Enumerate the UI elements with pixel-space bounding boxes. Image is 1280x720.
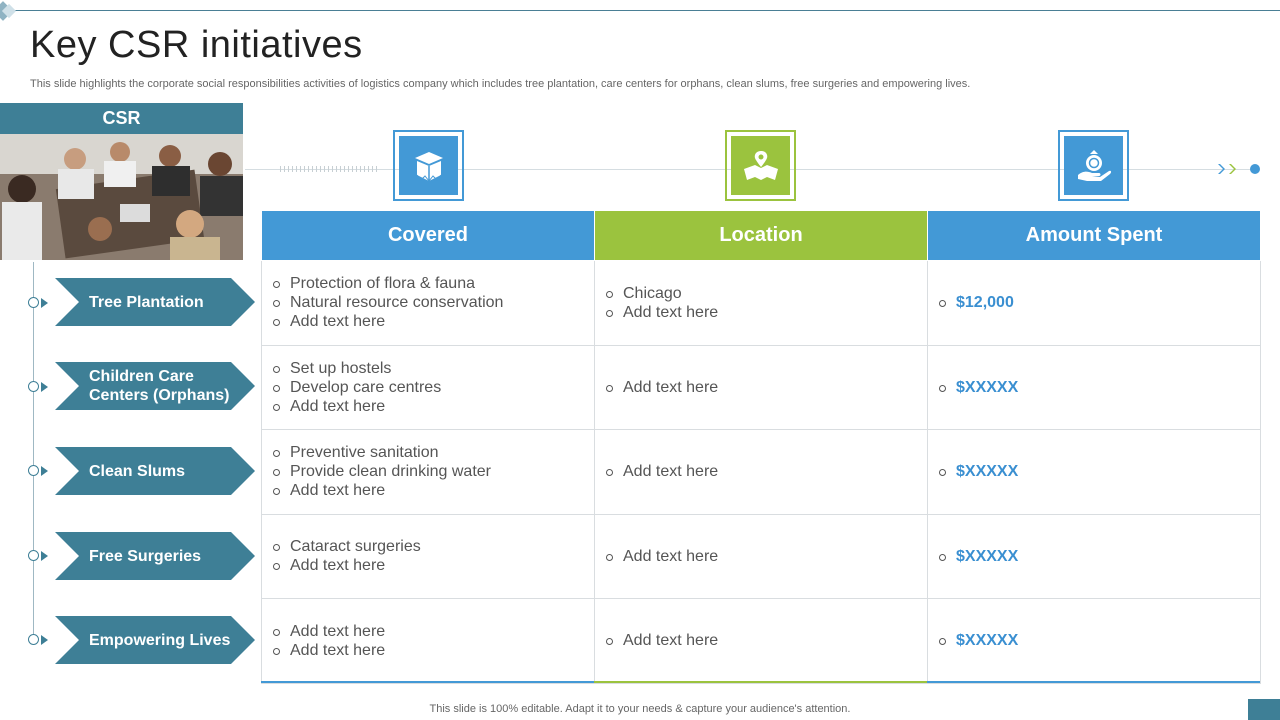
timeline-dashes xyxy=(280,166,380,172)
table-bottom-border xyxy=(261,681,1260,683)
footer-note: This slide is 100% editable. Adapt it to… xyxy=(429,703,851,715)
covered-icon-box xyxy=(393,130,464,201)
corner-square-decoration xyxy=(1248,699,1280,720)
team-meeting-photo xyxy=(0,134,243,260)
column-header-location: Location xyxy=(594,210,928,261)
node-arrow-icon xyxy=(41,382,48,392)
list-item: Natural resource conservation xyxy=(271,293,594,312)
list-item: Add text here xyxy=(604,547,927,566)
node-arrow-icon xyxy=(41,551,48,561)
table-row: Add text here Add text here Add text her… xyxy=(261,598,1261,684)
node-arrow-icon xyxy=(41,298,48,308)
timeline-end-arrows-icon xyxy=(1217,162,1261,176)
table-row: Preventive sanitation Provide clean drin… xyxy=(261,429,1261,515)
table-row: Set up hostels Develop care centres Add … xyxy=(261,344,1261,430)
timeline-node xyxy=(28,297,39,308)
chevron-label: Children Care Centers (Orphans) xyxy=(55,362,255,410)
covered-cell: Set up hostels Develop care centres Add … xyxy=(261,344,595,430)
list-item: Add text here xyxy=(604,378,927,397)
chevron-label: Empowering Lives xyxy=(55,616,255,664)
location-icon-box xyxy=(725,130,796,201)
amount-icon-box xyxy=(1058,130,1129,201)
timeline-node xyxy=(28,465,39,476)
amount-cell: $12,000 xyxy=(927,260,1261,346)
column-header-covered: Covered xyxy=(261,210,595,261)
list-item: Protection of flora & fauna xyxy=(271,274,594,293)
list-item: Add text here xyxy=(271,556,594,575)
list-item: Add text here xyxy=(271,312,594,331)
list-item: Preventive sanitation xyxy=(271,443,594,462)
csr-heading: CSR xyxy=(0,103,243,134)
location-cell: Chicago Add text here xyxy=(594,260,928,346)
list-item: Add text here xyxy=(271,481,594,500)
table-header-row: Covered Location Amount Spent xyxy=(261,210,1261,261)
chevron-label: Clean Slums xyxy=(55,447,255,495)
amount-value: $XXXXX xyxy=(937,547,1260,566)
timeline-vertical-line xyxy=(33,262,34,642)
list-item: Add text here xyxy=(271,641,594,660)
chevron-label: Free Surgeries xyxy=(55,532,255,580)
list-item: Add text here xyxy=(271,622,594,641)
location-cell: Add text here xyxy=(594,513,928,599)
amount-cell: $XXXXX xyxy=(927,598,1261,684)
list-item: Chicago xyxy=(604,284,927,303)
location-cell: Add text here xyxy=(594,429,928,515)
location-cell: Add text here xyxy=(594,344,928,430)
page-title: Key CSR initiatives xyxy=(30,24,363,66)
covered-cell: Protection of flora & fauna Natural reso… xyxy=(261,260,595,346)
covered-cell: Add text here Add text here xyxy=(261,598,595,684)
amount-value: $XXXXX xyxy=(937,462,1260,481)
gift-box-icon xyxy=(399,136,458,195)
timeline-node xyxy=(28,634,39,645)
amount-value: $XXXXX xyxy=(937,631,1260,650)
table-row: Cataract surgeries Add text here Add tex… xyxy=(261,513,1261,599)
list-item: Add text here xyxy=(604,462,927,481)
location-cell: Add text here xyxy=(594,598,928,684)
money-hand-icon xyxy=(1064,136,1123,195)
csr-table: Covered Location Amount Spent Protection… xyxy=(261,210,1261,684)
list-item: Set up hostels xyxy=(271,359,594,378)
list-item: Add text here xyxy=(604,303,927,322)
table-row: Protection of flora & fauna Natural reso… xyxy=(261,260,1261,346)
amount-value: $XXXXX xyxy=(937,378,1260,397)
list-item: Cataract surgeries xyxy=(271,537,594,556)
top-divider xyxy=(0,10,1280,11)
timeline-node xyxy=(28,381,39,392)
list-item: Add text here xyxy=(604,631,927,650)
column-header-amount: Amount Spent xyxy=(927,210,1261,261)
list-item: Provide clean drinking water xyxy=(271,462,594,481)
amount-cell: $XXXXX xyxy=(927,344,1261,430)
node-arrow-icon xyxy=(41,466,48,476)
covered-cell: Cataract surgeries Add text here xyxy=(261,513,595,599)
page-subtitle: This slide highlights the corporate soci… xyxy=(30,78,971,90)
chevron-label: Tree Plantation xyxy=(55,278,255,326)
list-item: Add text here xyxy=(271,397,594,416)
covered-cell: Preventive sanitation Provide clean drin… xyxy=(261,429,595,515)
amount-value: $12,000 xyxy=(937,293,1260,312)
amount-cell: $XXXXX xyxy=(927,513,1261,599)
list-item: Develop care centres xyxy=(271,378,594,397)
timeline-node xyxy=(28,550,39,561)
map-location-icon xyxy=(731,136,790,195)
node-arrow-icon xyxy=(41,635,48,645)
amount-cell: $XXXXX xyxy=(927,429,1261,515)
